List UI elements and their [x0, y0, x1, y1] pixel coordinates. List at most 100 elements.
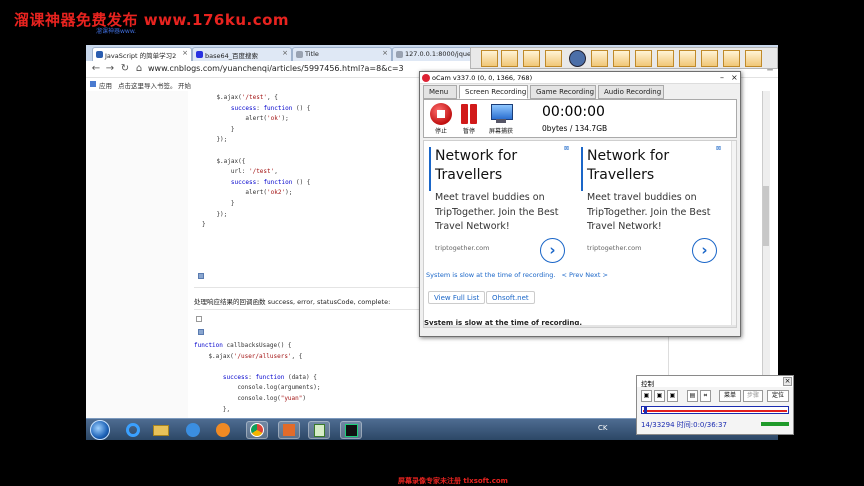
- playback-progress-bar[interactable]: [641, 406, 789, 414]
- app-window-icon[interactable]: [278, 421, 300, 439]
- ad-domain[interactable]: triptogether.com: [435, 244, 490, 252]
- control-button[interactable]: ▣: [654, 390, 665, 402]
- ad-card[interactable]: Network for Travellers Meet travel buddi…: [578, 143, 726, 271]
- address-bar[interactable]: www.cnblogs.com/yuanchenqi/articles/5997…: [148, 62, 418, 76]
- toolbar-button[interactable]: [723, 50, 740, 67]
- forward-icon[interactable]: →: [104, 63, 116, 75]
- prev-next-links[interactable]: < Prev Next >: [562, 271, 608, 279]
- close-tab-icon[interactable]: ×: [282, 49, 288, 57]
- ad-status-text: System is slow at the time of recording.: [426, 271, 556, 279]
- menu-button[interactable]: 菜单: [719, 390, 741, 402]
- ocam-title-bar[interactable]: oCam v337.0 (0, 0, 1366, 768): [420, 72, 740, 84]
- toolbar-button[interactable]: [613, 50, 630, 67]
- monitor-icon: [490, 103, 513, 125]
- ad-title[interactable]: Network for Travellers: [435, 147, 575, 185]
- bookmark-apps[interactable]: 应用: [99, 80, 112, 90]
- page-scrollbar[interactable]: [762, 91, 770, 418]
- recording-size: 0bytes / 134.7GB: [542, 124, 608, 133]
- adchoices-icon[interactable]: ⊠: [564, 145, 569, 152]
- close-icon[interactable]: ×: [731, 73, 738, 82]
- expand-code-icon[interactable]: [196, 316, 202, 322]
- toolbar-button[interactable]: [657, 50, 674, 67]
- tab-javascript[interactable]: JavaScript 的简单学习2 ×: [92, 47, 192, 61]
- tab-localhost[interactable]: 127.0.0.1:8000/jquery...: [392, 47, 474, 61]
- ad-scrollbar[interactable]: [731, 141, 736, 325]
- tab-menu[interactable]: Menu: [423, 85, 457, 99]
- code-block-1: $.ajax('/test', { success: function () {…: [202, 94, 311, 229]
- copy-code-icon[interactable]: [198, 273, 204, 279]
- control-button[interactable]: ▣: [641, 390, 652, 402]
- page-scrollbar-thumb[interactable]: [763, 186, 769, 246]
- ad-card[interactable]: Network for Travellers Meet travel buddi…: [426, 143, 574, 271]
- pycharm-icon[interactable]: [340, 421, 362, 439]
- start-button[interactable]: [90, 420, 110, 440]
- toolbar-button[interactable]: [545, 50, 562, 67]
- pause-button[interactable]: 暂停: [456, 103, 482, 135]
- explorer-icon[interactable]: [150, 421, 172, 439]
- adchoices-icon[interactable]: ⊠: [716, 145, 721, 152]
- home-icon[interactable]: ⌂: [133, 63, 145, 75]
- capture-button[interactable]: 屏幕捕获: [486, 103, 516, 135]
- toolbar-button[interactable]: [481, 50, 498, 67]
- toolbar-button[interactable]: [701, 50, 718, 67]
- control-panel: 控制 × ▣ ▣ ▣ ▤ ⌗ 菜单 步骤 定位 14/33294 时间:0:0/…: [636, 375, 794, 435]
- close-tab-icon[interactable]: ×: [182, 49, 188, 57]
- ad-accent: [581, 147, 583, 191]
- ocam-logo-icon: [422, 74, 430, 82]
- tab-screen-recording[interactable]: Screen Recording: [459, 85, 528, 99]
- back-icon[interactable]: ←: [90, 63, 102, 75]
- ad-title[interactable]: Network for Travellers: [587, 147, 727, 185]
- ad-accent: [429, 147, 431, 191]
- toolbar-button[interactable]: [591, 50, 608, 67]
- copy-code-icon[interactable]: [198, 329, 204, 335]
- tab-title[interactable]: Title ×: [292, 47, 392, 61]
- ad-domain[interactable]: triptogether.com: [587, 244, 642, 252]
- tab-game-recording[interactable]: Game Recording: [530, 85, 596, 99]
- toolbar-circle-icon[interactable]: [569, 50, 586, 67]
- playback-progress-fill: [643, 410, 787, 412]
- minimize-icon[interactable]: –: [720, 73, 724, 82]
- toolbar-button[interactable]: [679, 50, 696, 67]
- tab-label: 127.0.0.1:8000/jquery...: [405, 50, 473, 58]
- ohsoft-link[interactable]: Ohsoft.net: [486, 291, 535, 304]
- watermark-bottom: 屏幕录像专家未注册 tlxsoft.com: [398, 477, 508, 485]
- notepad-icon[interactable]: [308, 421, 330, 439]
- control-title: 控制: [637, 376, 793, 388]
- view-full-list-button[interactable]: View Full List: [428, 291, 486, 304]
- close-icon[interactable]: ×: [783, 377, 792, 386]
- control-button[interactable]: ⌗: [700, 390, 711, 402]
- chrome-icon[interactable]: [246, 421, 268, 439]
- recording-panel: 停止 暂停 屏幕捕获 00:00:00 0bytes / 134.7GB: [423, 99, 737, 138]
- tray-language[interactable]: CK: [598, 424, 607, 432]
- stop-button[interactable]: 停止: [428, 103, 454, 135]
- playback-progress-knob[interactable]: [644, 407, 647, 413]
- bookmark-import[interactable]: 点击这里导入书签。: [118, 80, 177, 90]
- watermark-subtitle: 溜课神器www.: [96, 28, 137, 35]
- ocam-title: oCam v337.0 (0, 0, 1366, 768): [432, 74, 533, 82]
- playback-status: 14/33294 时间:0:0/36:37: [641, 421, 727, 429]
- network-icon[interactable]: [182, 421, 204, 439]
- chevron-right-icon[interactable]: ›: [540, 238, 565, 263]
- media-player-icon[interactable]: [212, 421, 234, 439]
- toolbar-button[interactable]: [501, 50, 518, 67]
- control-button[interactable]: ▣: [667, 390, 678, 402]
- ad-horizontal-scrollbar[interactable]: [424, 325, 736, 327]
- close-tab-icon[interactable]: ×: [382, 49, 388, 57]
- ie-icon[interactable]: [122, 421, 144, 439]
- toolbar-button[interactable]: [523, 50, 540, 67]
- tab-label: JavaScript 的简单学习2: [105, 52, 177, 60]
- control-button[interactable]: ▤: [687, 390, 698, 402]
- section-heading: 处理响应结果的回调函数 success, error, statusCode, …: [194, 298, 391, 306]
- chevron-right-icon[interactable]: ›: [692, 238, 717, 263]
- tab-audio-recording[interactable]: Audio Recording: [598, 85, 664, 99]
- toolbar-button[interactable]: [745, 50, 762, 67]
- step-button[interactable]: 步骤: [743, 390, 763, 402]
- reload-icon[interactable]: ↻: [119, 63, 131, 75]
- ad-status-row: System is slow at the time of recording.…: [426, 271, 608, 279]
- bookmark-start[interactable]: 开始: [178, 80, 191, 90]
- tab-baidu[interactable]: base64_百度搜索 ×: [192, 47, 292, 61]
- volume-slider[interactable]: [761, 422, 789, 426]
- toolbar-button[interactable]: [635, 50, 652, 67]
- recording-frame: 溜课神器免费发布 www.176ku.com 溜课神器www. JavaScri…: [0, 0, 864, 486]
- locate-button[interactable]: 定位: [767, 390, 789, 402]
